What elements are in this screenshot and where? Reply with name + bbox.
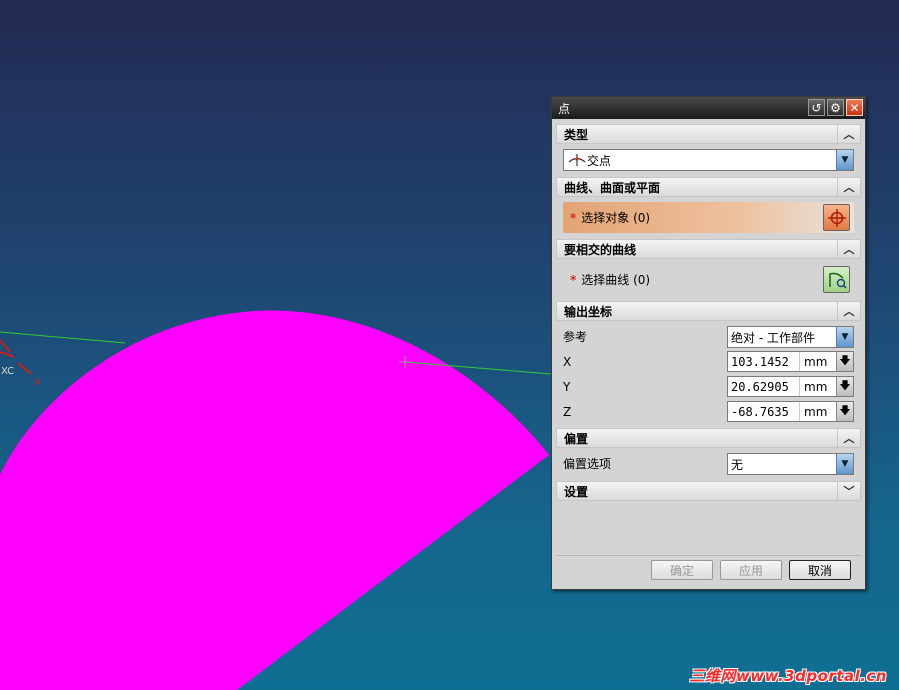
dropdown-arrow-icon[interactable]: ▼ (836, 454, 853, 474)
select-object-row[interactable]: * 选择对象 (0) (563, 202, 854, 233)
select-curve-row[interactable]: * 选择曲线 (0) (563, 264, 854, 295)
select-curve-label: 选择曲线 (0) (581, 273, 651, 287)
axis-xc-label: XC (1, 366, 14, 377)
z-field[interactable]: -68.7635 mm 🡇 (727, 401, 854, 422)
z-unit: mm (804, 404, 828, 419)
section-intersect-curve-title: 要相交的曲线 (564, 242, 637, 257)
type-select[interactable]: 交点 ▼ (563, 149, 854, 171)
collapse-chevron-icon[interactable]: ︿ (837, 302, 860, 320)
dropdown-arrow-icon[interactable]: ▼ (836, 327, 853, 347)
section-offset-header[interactable]: 偏置 ︿ (556, 428, 861, 448)
apply-button[interactable]: 应用 (720, 560, 782, 580)
offset-option-value: 无 (731, 457, 744, 472)
reference-select-value: 绝对 - 工作部件 (731, 330, 815, 345)
green-datum-line-left (0, 331, 126, 344)
section-type-header[interactable]: 类型 ︿ (556, 124, 861, 144)
collapse-chevron-icon[interactable]: ︿ (837, 178, 860, 196)
cancel-button[interactable]: 取消 (789, 560, 851, 580)
site-watermark: 三维网www.3dportal.cn (689, 667, 887, 685)
collapse-chevron-icon[interactable]: ︿ (837, 125, 860, 143)
dialog-footer: 确定 应用 取消 (556, 555, 861, 584)
curve-select-icon (828, 272, 847, 289)
section-intersect-curve-header[interactable]: 要相交的曲线 ︿ (556, 239, 861, 259)
intersection-point-icon (568, 154, 586, 166)
select-curve-button[interactable] (823, 266, 850, 293)
point-dialog: 点 ↺ ⚙ ✕ 类型 ︿ 交点 ▼ 曲线、曲面或平面 ︿ * 选择对象 (0) … (551, 96, 866, 590)
crosshair-icon (827, 208, 846, 227)
section-type-title: 类型 (564, 127, 589, 142)
x-unit: mm (804, 354, 828, 369)
y-value[interactable]: 20.62905 (728, 377, 800, 396)
gear-icon[interactable]: ⚙ (827, 99, 844, 116)
section-output-coords-header[interactable]: 输出坐标 ︿ (556, 301, 861, 321)
z-value[interactable]: -68.7635 (728, 402, 800, 421)
reference-row: 参考 绝对 - 工作部件 ▼ (563, 324, 854, 349)
y-unit: mm (804, 379, 828, 394)
select-object-label: 选择对象 (0) (581, 211, 651, 225)
expand-chevron-icon[interactable]: ﹀ (837, 482, 860, 500)
x-value[interactable]: 103.1452 (728, 352, 800, 371)
reference-select[interactable]: 绝对 - 工作部件 ▼ (727, 326, 854, 348)
collapse-chevron-icon[interactable]: ︿ (837, 429, 860, 447)
section-curve-surface-header[interactable]: 曲线、曲面或平面 ︿ (556, 177, 861, 197)
ok-button[interactable]: 确定 (651, 560, 713, 580)
y-row: Y 20.62905 mm 🡇 (563, 374, 854, 399)
x-field[interactable]: 103.1452 mm 🡇 (727, 351, 854, 372)
offset-option-row: 偏置选项 无 ▼ (563, 451, 854, 476)
collapse-chevron-icon[interactable]: ︿ (837, 240, 860, 258)
dropdown-arrow-icon[interactable]: ▼ (836, 150, 853, 170)
section-curve-surface-title: 曲线、曲面或平面 (564, 180, 661, 195)
dialog-title: 点 (558, 101, 571, 116)
section-settings-title: 设置 (564, 484, 589, 499)
down-arrow-icon[interactable]: 🡇 (836, 402, 853, 421)
y-field[interactable]: 20.62905 mm 🡇 (727, 376, 854, 397)
x-row: X 103.1452 mm 🡇 (563, 349, 854, 374)
reset-icon[interactable]: ↺ (808, 99, 825, 116)
down-arrow-icon[interactable]: 🡇 (836, 377, 853, 396)
section-settings-header[interactable]: 设置 ﹀ (556, 481, 861, 501)
z-row: Z -68.7635 mm 🡇 (563, 399, 854, 424)
select-object-button[interactable] (823, 204, 850, 231)
axis-x-label: X (34, 377, 41, 388)
dialog-titlebar[interactable]: 点 ↺ ⚙ ✕ (552, 97, 865, 119)
required-asterisk: * (570, 210, 577, 225)
offset-option-select[interactable]: 无 ▼ (727, 453, 854, 475)
required-asterisk: * (570, 272, 577, 287)
type-select-value: 交点 (587, 153, 612, 168)
down-arrow-icon[interactable]: 🡇 (836, 352, 853, 371)
wcs-triad-icon: XC X (0, 339, 41, 388)
close-icon[interactable]: ✕ (846, 99, 863, 116)
section-offset-title: 偏置 (564, 431, 589, 446)
section-output-coords-title: 输出坐标 (564, 304, 613, 319)
